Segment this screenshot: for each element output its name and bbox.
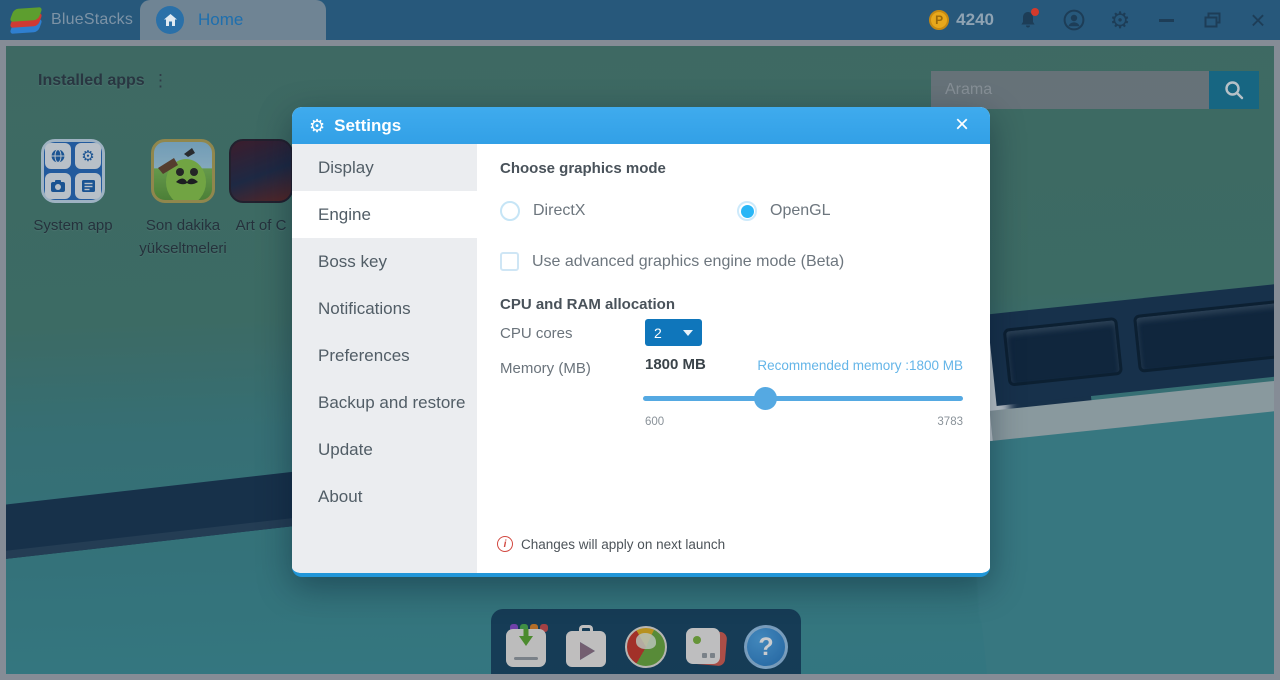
nav-item-notifications[interactable]: Notifications: [292, 285, 477, 332]
settings-nav: Display Engine Boss key Notifications Pr…: [292, 144, 477, 573]
coins-counter[interactable]: P 4240: [929, 10, 994, 30]
settings-gear-icon[interactable]: ⚙: [1108, 8, 1132, 32]
dialog-close-button[interactable]: ×: [948, 111, 976, 139]
tab-home[interactable]: Home: [140, 0, 326, 40]
restart-note: i Changes will apply on next launch: [497, 536, 725, 552]
advanced-graphics-label: Use advanced graphics engine mode (Beta): [532, 252, 845, 270]
account-avatar-icon[interactable]: [1062, 8, 1086, 32]
graphics-mode-heading: Choose graphics mode: [500, 160, 666, 177]
cpu-cores-label: CPU cores: [500, 325, 573, 342]
settings-dialog: ⚙ Settings × Display Engine Boss key Not…: [292, 107, 990, 577]
bluestacks-window: BlueStacks Home P 4240 ⚙ × Installed app…: [0, 0, 1280, 680]
settings-gear-icon: ⚙: [309, 115, 326, 136]
nav-item-backup-restore[interactable]: Backup and restore: [292, 379, 477, 426]
cpu-ram-heading: CPU and RAM allocation: [500, 296, 676, 313]
slider-max-label: 3783: [937, 416, 963, 428]
restore-button[interactable]: [1200, 8, 1224, 32]
memory-slider-handle[interactable]: [753, 387, 777, 410]
radio-opengl-label: OpenGL: [770, 202, 831, 219]
advanced-graphics-checkbox-row[interactable]: Use advanced graphics engine mode (Beta): [500, 252, 844, 271]
radio-circle-icon: [500, 201, 520, 221]
notifications-bell-icon[interactable]: [1016, 8, 1040, 32]
nav-item-display[interactable]: Display: [292, 144, 477, 191]
close-button[interactable]: ×: [1246, 7, 1270, 33]
nav-item-preferences[interactable]: Preferences: [292, 332, 477, 379]
tab-home-label: Home: [198, 10, 244, 29]
bluestacks-brand: BlueStacks: [0, 7, 134, 34]
checkbox-icon: [500, 252, 519, 271]
memory-slider-track[interactable]: [643, 387, 963, 410]
nav-item-update[interactable]: Update: [292, 426, 477, 473]
engine-panel: Choose graphics mode DirectX OpenGL Use …: [477, 144, 990, 573]
recommended-memory-text: Recommended memory :1800 MB: [757, 358, 963, 373]
notification-badge: [1031, 8, 1039, 16]
settings-dialog-title: Settings: [334, 115, 402, 135]
nav-item-engine[interactable]: Engine: [292, 191, 477, 238]
nav-item-about[interactable]: About: [292, 473, 477, 520]
nav-item-boss-key[interactable]: Boss key: [292, 238, 477, 285]
home-icon: [156, 6, 184, 34]
radio-checked-icon: [737, 201, 757, 221]
title-bar: BlueStacks Home P 4240 ⚙ ×: [0, 0, 1280, 40]
info-icon: i: [497, 536, 513, 552]
titlebar-controls: P 4240 ⚙ ×: [929, 0, 1270, 40]
radio-opengl[interactable]: OpenGL: [737, 201, 830, 221]
coin-icon: P: [929, 10, 950, 30]
coin-count: 4240: [956, 10, 994, 29]
memory-label: Memory (MB): [500, 360, 591, 377]
cpu-cores-value: 2: [654, 324, 662, 341]
slider-min-label: 600: [645, 416, 665, 428]
radio-directx-label: DirectX: [533, 202, 586, 219]
bluestacks-logo-icon: [9, 7, 43, 34]
restart-note-text: Changes will apply on next launch: [521, 536, 726, 552]
settings-dialog-header: ⚙ Settings ×: [292, 107, 990, 144]
brand-name: BlueStacks: [51, 11, 134, 28]
minimize-button[interactable]: [1154, 8, 1178, 32]
memory-value: 1800 MB: [645, 356, 706, 373]
radio-directx[interactable]: DirectX: [500, 201, 585, 221]
cpu-cores-dropdown[interactable]: 2: [645, 319, 702, 346]
chevron-down-icon: [683, 329, 693, 336]
